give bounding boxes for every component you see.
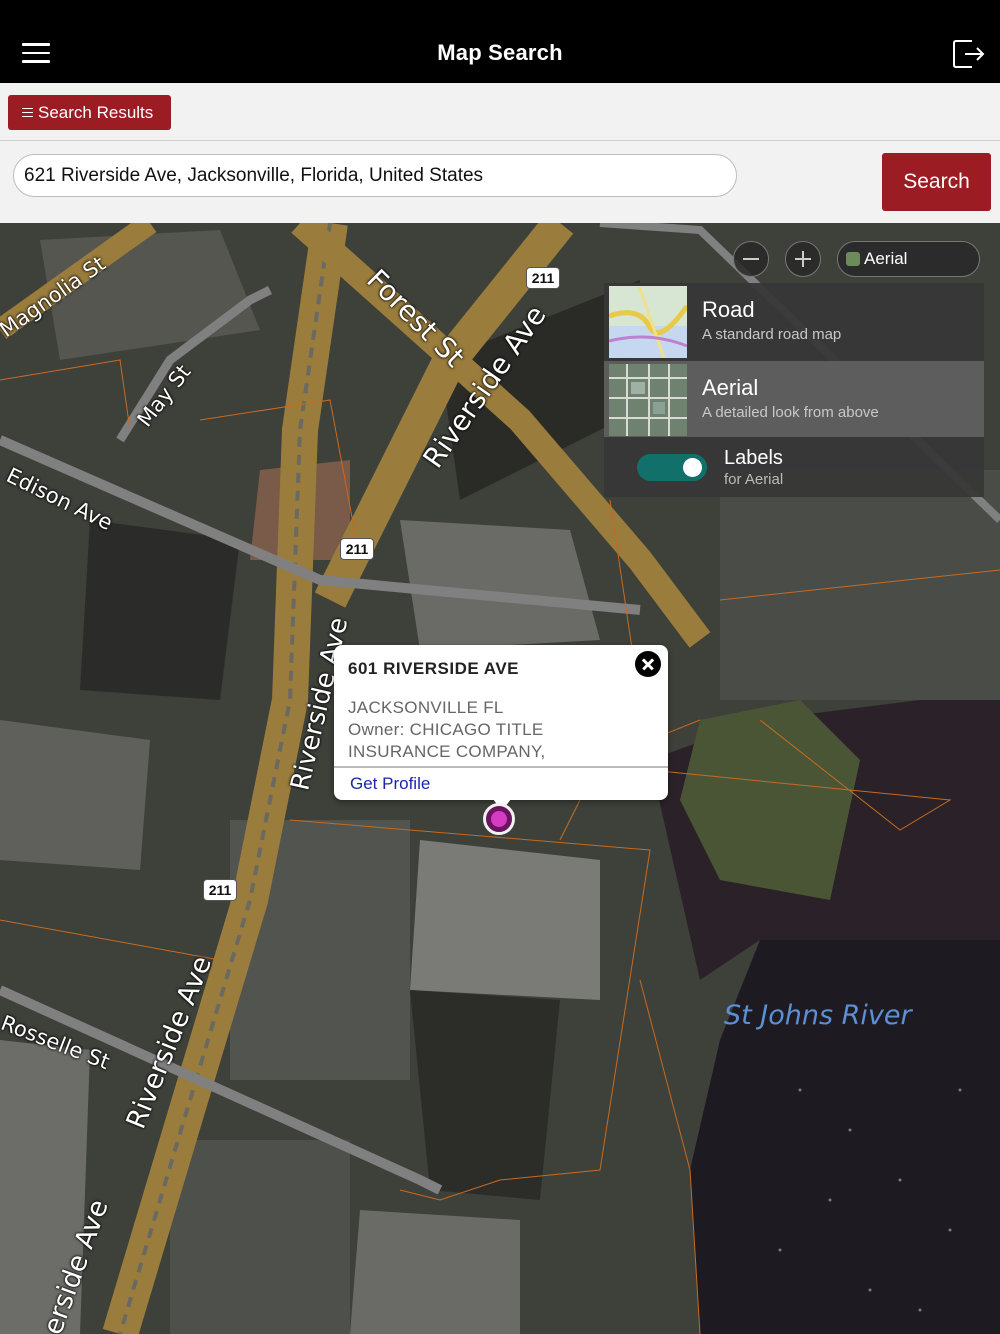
aerial-map-thumbnail-icon: [609, 364, 687, 436]
layer-option-road-description: A standard road map: [702, 326, 842, 343]
close-icon[interactable]: [635, 651, 661, 677]
route-badge: 211: [340, 538, 374, 560]
address-search-input[interactable]: 621 Riverside Ave, Jacksonville, Florida…: [13, 154, 737, 197]
layer-option-road[interactable]: Road A standard road map: [604, 283, 984, 359]
list-icon: [22, 107, 33, 118]
get-profile-link[interactable]: Get Profile: [350, 774, 430, 794]
popup-divider: [334, 766, 668, 768]
map-layer-panel: Road A standard road map Aerial A detail…: [604, 283, 984, 497]
logout-icon[interactable]: [952, 38, 986, 70]
layer-option-road-title: Road: [702, 297, 755, 322]
layer-option-aerial-title: Aerial: [702, 375, 759, 400]
search-results-label: Search Results: [38, 102, 154, 122]
zoom-in-button[interactable]: [785, 241, 821, 277]
aerial-thumbnail-icon: [846, 252, 860, 266]
search-row: 621 Riverside Ave, Jacksonville, Florida…: [0, 141, 1000, 223]
top-bar: Map Search: [0, 0, 1000, 83]
layer-option-aerial-description: A detailed look from above: [702, 404, 879, 421]
river-label: St Johns River: [724, 1000, 912, 1031]
popup-city: JACKSONVILLE FL: [348, 698, 504, 717]
road-map-thumbnail-icon: [609, 286, 687, 358]
map-layer-selector[interactable]: Aerial: [837, 241, 980, 277]
search-results-button[interactable]: Search Results: [8, 95, 171, 130]
search-button[interactable]: Search: [882, 153, 991, 211]
zoom-out-button[interactable]: [733, 241, 769, 277]
labels-toggle-subtitle: for Aerial: [724, 471, 784, 488]
labels-toggle-row: Labels for Aerial: [604, 439, 984, 497]
property-popup: 601 RIVERSIDE AVE JACKSONVILLE FL Owner:…: [334, 645, 668, 811]
labels-toggle-title: Labels: [724, 447, 783, 469]
labels-toggle[interactable]: [637, 454, 707, 481]
popup-owner-continued: INSURANCE COMPANY,: [348, 742, 546, 761]
location-pin-icon[interactable]: [483, 803, 515, 835]
popup-title: 601 RIVERSIDE AVE: [348, 659, 520, 678]
page-title: Map Search: [437, 40, 563, 65]
layer-option-aerial[interactable]: Aerial A detailed look from above: [604, 361, 984, 437]
map-layer-selected-label: Aerial: [864, 249, 908, 268]
popup-owner: Owner: CHICAGO TITLE: [348, 720, 544, 739]
route-badge: 211: [526, 267, 560, 289]
route-badge: 211: [203, 879, 237, 901]
results-bar: Search Results: [0, 83, 1000, 141]
